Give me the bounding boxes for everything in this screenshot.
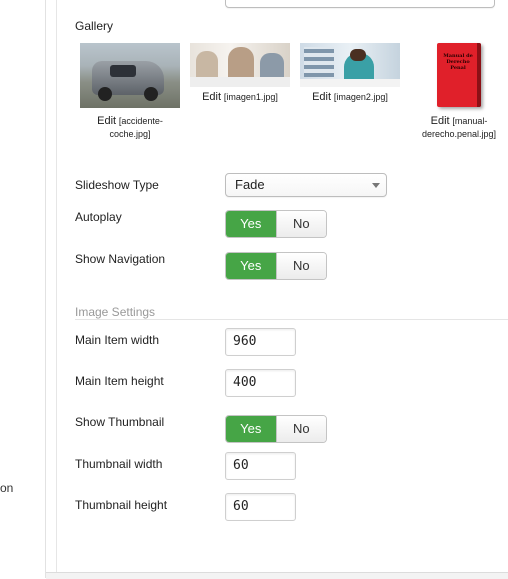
show-thumbnail-yes-button[interactable]: Yes xyxy=(226,416,276,442)
gallery-label: Gallery xyxy=(75,19,114,33)
image-settings-legend: Image Settings xyxy=(75,305,156,319)
gallery-caption: Edit [imagen1.jpg] xyxy=(190,91,290,104)
show-navigation-yes-button[interactable]: Yes xyxy=(226,253,276,279)
desk-shape xyxy=(190,77,290,87)
gallery-caption: Edit [accidente- coche.jpg] xyxy=(80,115,180,141)
sidebar-partial-label: on xyxy=(0,481,14,495)
slideshow-type-value: Fade xyxy=(235,177,265,192)
main-item-height-label: Main Item height xyxy=(75,374,164,388)
chevron-down-icon xyxy=(372,183,380,188)
show-navigation-label: Show Navigation xyxy=(75,252,166,266)
thumbnail-width-input[interactable]: 60 xyxy=(225,452,296,480)
gallery-caption: Edit [manual- derecho.penal.jpg] xyxy=(413,115,505,141)
gallery-image-students[interactable] xyxy=(190,43,290,87)
car-wheel xyxy=(98,87,112,101)
gallery-caption: Edit [imagen2.jpg] xyxy=(300,91,400,104)
main-item-width-label: Main Item width xyxy=(75,333,160,347)
show-navigation-toggle[interactable]: Yes No xyxy=(225,252,327,280)
legend-divider xyxy=(75,319,508,320)
filename: [imagen1.jpg] xyxy=(223,92,278,102)
show-thumbnail-no-button[interactable]: No xyxy=(275,416,326,442)
hair-shape xyxy=(350,49,366,61)
edit-link[interactable]: Edit xyxy=(97,115,116,127)
main-item-height-input[interactable]: 400 xyxy=(225,369,296,397)
left-sidebar: on xyxy=(0,0,46,578)
book-cover-title: Manual de Derecho Penal xyxy=(443,53,473,71)
autoplay-toggle[interactable]: Yes No xyxy=(225,210,327,238)
bookshelf-shape xyxy=(304,47,334,77)
slideshow-type-select[interactable]: Fade xyxy=(225,173,387,197)
slideshow-type-label: Slideshow Type xyxy=(75,178,159,192)
filename: [accidente- xyxy=(118,116,163,126)
autoplay-no-button[interactable]: No xyxy=(275,211,326,237)
show-thumbnail-label: Show Thumbnail xyxy=(75,415,165,429)
thumbnail-height-label: Thumbnail height xyxy=(75,498,168,512)
edit-link[interactable]: Edit xyxy=(431,115,450,127)
edit-link[interactable]: Edit xyxy=(202,91,221,103)
filename: coche.jpg] xyxy=(109,129,151,139)
autoplay-label: Autoplay xyxy=(75,210,122,224)
car-wheel xyxy=(144,87,158,101)
autoplay-yes-button[interactable]: Yes xyxy=(226,211,276,237)
show-thumbnail-toggle[interactable]: Yes No xyxy=(225,415,327,443)
main-item-width-input[interactable]: 960 xyxy=(225,328,296,356)
gallery-image-accident-car[interactable] xyxy=(80,43,180,108)
show-navigation-no-button[interactable]: No xyxy=(275,253,326,279)
desk-shape xyxy=(300,79,400,87)
gallery-image-student-library[interactable] xyxy=(300,43,400,87)
edit-link[interactable]: Edit xyxy=(312,91,331,103)
filename: [manual- xyxy=(452,116,488,126)
thumbnail-width-label: Thumbnail width xyxy=(75,457,163,471)
top-select-partial[interactable] xyxy=(225,0,495,8)
filename: derecho.penal.jpg] xyxy=(421,129,497,139)
filename: [imagen2.jpg] xyxy=(333,92,388,102)
book-spine xyxy=(477,43,481,107)
thumbnail-height-input[interactable]: 60 xyxy=(225,493,296,521)
gallery-image-book-cover[interactable]: Manual de Derecho Penal xyxy=(437,43,481,107)
car-window xyxy=(110,65,136,77)
